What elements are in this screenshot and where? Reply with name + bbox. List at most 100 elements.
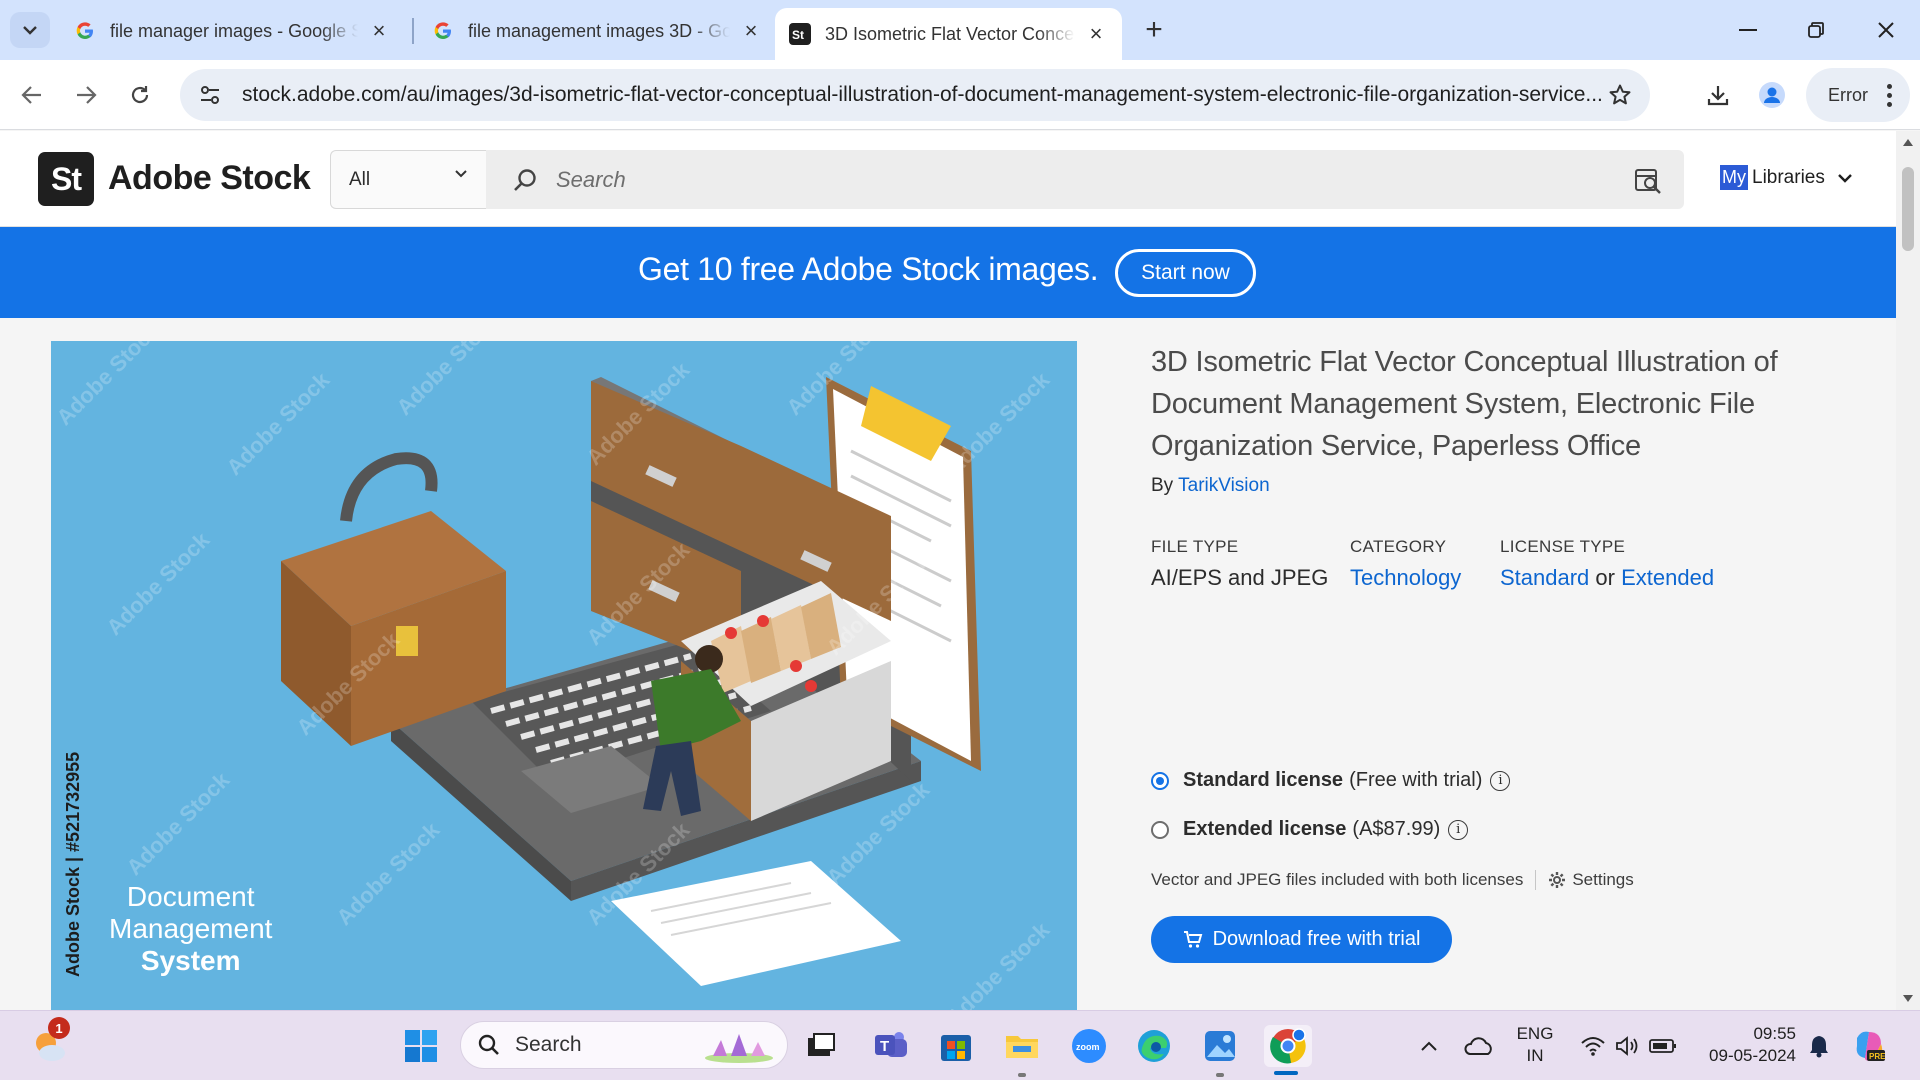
running-indicator [1018, 1073, 1026, 1077]
asset-details: 3D Isometric Flat Vector Conceptual Illu… [1151, 341, 1851, 963]
license-type-label: LICENSE TYPE [1500, 537, 1626, 556]
taskbar-search-label: Search [515, 1033, 582, 1056]
chevron-down-icon [455, 170, 467, 178]
tab-title: file management images 3D - Google Searc… [468, 20, 730, 41]
close-icon[interactable]: × [368, 18, 390, 43]
forward-arrow-icon[interactable] [68, 77, 104, 113]
language-indicator[interactable]: ENG IN [1514, 1023, 1556, 1067]
photos-icon[interactable] [1199, 1025, 1241, 1067]
tab-google-file-management-3d[interactable]: file management images 3D - Google Searc… [418, 8, 776, 54]
teams-icon[interactable]: T [870, 1025, 912, 1067]
notification-bell-icon[interactable] [1798, 1025, 1840, 1067]
brand-name[interactable]: Adobe Stock [108, 159, 311, 198]
new-tab-button[interactable]: + [1136, 12, 1172, 48]
extended-license-option[interactable]: Extended license (A$87.99) i [1151, 818, 1469, 841]
standard-license-option[interactable]: Standard license (Free with trial) i [1151, 769, 1511, 792]
browser-tab-strip: file manager images - Google Search × fi… [0, 0, 1920, 60]
my-libraries-menu[interactable]: My Libraries [1720, 165, 1853, 190]
onedrive-icon[interactable] [1458, 1025, 1500, 1067]
settings-link[interactable]: Settings [1548, 870, 1634, 890]
settings-label: Settings [1572, 870, 1634, 889]
download-free-button[interactable]: Download free with trial [1151, 916, 1452, 963]
reload-icon[interactable] [122, 77, 158, 113]
battery-icon[interactable] [1642, 1025, 1684, 1067]
google-icon [74, 20, 96, 42]
page-viewport: St Adobe Stock All Search My Libraries G… [0, 131, 1920, 1010]
close-icon[interactable]: × [740, 18, 762, 43]
clock[interactable]: 09:55 09-05-2024 [1696, 1023, 1796, 1067]
browser-toolbar: stock.adobe.com/au/images/3d-isometric-f… [0, 60, 1920, 130]
profile-error-button[interactable]: Error [1806, 68, 1910, 122]
address-bar[interactable]: stock.adobe.com/au/images/3d-isometric-f… [180, 69, 1650, 121]
search-filter-select[interactable]: All [330, 150, 486, 209]
copilot-icon[interactable]: PRE [1848, 1025, 1890, 1067]
extended-license-link[interactable]: Extended [1621, 565, 1714, 590]
divider [1535, 870, 1537, 890]
chevron-up-icon[interactable] [1408, 1025, 1450, 1067]
scroll-up-arrow-icon[interactable] [1903, 139, 1913, 146]
running-indicator [1216, 1073, 1224, 1077]
info-icon[interactable]: i [1490, 770, 1511, 791]
file-type-field: FILE TYPE AI/EPS and JPEG [1151, 537, 1328, 591]
region-code: IN [1526, 1046, 1544, 1065]
caption-line: Document [126, 881, 255, 912]
task-view-icon[interactable] [800, 1025, 842, 1067]
active-app-indicator [1274, 1071, 1298, 1075]
windows-start-icon[interactable] [400, 1025, 442, 1067]
clock-date: 09-05-2024 [1709, 1046, 1796, 1065]
by-label: By [1151, 475, 1174, 496]
svg-text:T: T [880, 1038, 889, 1055]
standard-license-radio[interactable] [1151, 771, 1169, 790]
start-now-button[interactable]: Start now [1115, 249, 1256, 297]
url-text[interactable]: stock.adobe.com/au/images/3d-isometric-f… [242, 83, 1622, 107]
standard-license-link[interactable]: Standard [1500, 565, 1589, 590]
cart-icon [1183, 930, 1202, 948]
info-icon[interactable]: i [1448, 819, 1469, 840]
extended-license-radio[interactable] [1151, 820, 1169, 839]
download-label: Download free with trial [1212, 928, 1421, 950]
notification-badge: 1 [48, 1017, 70, 1039]
license-note: (A$87.99) [1352, 818, 1441, 840]
minimize-icon[interactable] [1728, 12, 1768, 48]
close-icon[interactable]: × [1085, 21, 1107, 46]
back-arrow-icon[interactable] [14, 77, 50, 113]
banner-text: Get 10 free Adobe Stock images. [638, 251, 1099, 287]
taskbar-search-input[interactable]: Search [460, 1021, 788, 1069]
edge-icon[interactable] [1133, 1025, 1175, 1067]
tab-adobe-stock[interactable]: St 3D Isometric Flat Vector Conceptual I… [775, 8, 1122, 60]
search-placeholder: Search [556, 166, 626, 192]
google-icon [432, 20, 454, 42]
kebab-menu-icon[interactable] [1886, 82, 1892, 109]
scroll-down-arrow-icon[interactable] [1903, 995, 1913, 1002]
profile-avatar-icon[interactable] [1754, 77, 1790, 113]
chevron-down-icon [1838, 173, 1852, 183]
tab-title: 3D Isometric Flat Vector Conceptual Illu… [825, 23, 1075, 44]
file-explorer-icon[interactable] [1001, 1025, 1043, 1067]
microsoft-store-icon[interactable] [935, 1025, 977, 1067]
scrollbar-thumb[interactable] [1902, 167, 1914, 251]
page-scrollbar[interactable] [1896, 131, 1920, 1010]
asset-title: 3D Isometric Flat Vector Conceptual Illu… [1151, 346, 1778, 462]
or-text: or [1595, 565, 1615, 590]
close-window-icon[interactable] [1866, 12, 1906, 48]
author-link[interactable]: TarikVision [1178, 475, 1270, 496]
tab-google-file-manager[interactable]: file manager images - Google Search × [60, 8, 404, 54]
visual-search-icon[interactable] [1634, 166, 1662, 194]
stock-image-preview[interactable]: Adobe Stock Adobe Stock Adobe Stock Adob… [51, 341, 1077, 1010]
clock-time: 09:55 [1753, 1024, 1796, 1043]
tab-search-button[interactable] [10, 12, 50, 48]
restore-icon[interactable] [1796, 12, 1836, 48]
category-link[interactable]: Technology [1350, 565, 1461, 590]
search-input[interactable]: Search [486, 150, 1684, 209]
category-field: CATEGORY Technology [1350, 537, 1461, 591]
svg-text:St: St [792, 28, 804, 42]
chrome-icon[interactable] [1264, 1025, 1312, 1067]
author-line: By TarikVision [1151, 475, 1851, 497]
files-note-text: Vector and JPEG files included with both… [1151, 870, 1524, 889]
site-settings-icon[interactable] [192, 77, 228, 113]
zoom-icon[interactable]: zoom [1068, 1025, 1110, 1067]
svg-text:PRE: PRE [1869, 1052, 1886, 1061]
bookmark-star-icon[interactable] [1604, 79, 1636, 111]
download-icon[interactable] [1700, 77, 1736, 113]
adobe-stock-logo[interactable]: St [38, 152, 94, 206]
